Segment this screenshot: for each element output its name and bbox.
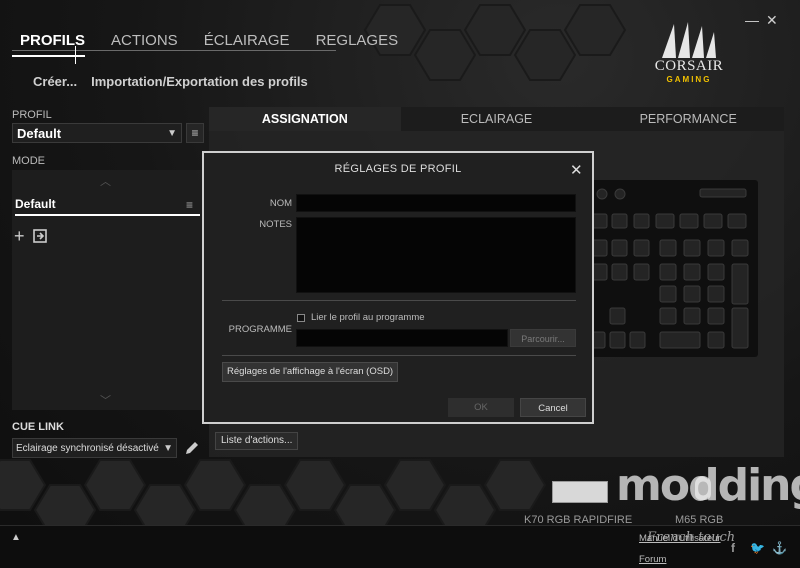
corsair-sails-icon (662, 22, 716, 58)
create-profile-link[interactable]: Créer... (33, 74, 77, 89)
cue-link-label: CUE LINK (12, 421, 64, 433)
nav-divider (75, 46, 76, 64)
profile-select[interactable]: Default ▼ (12, 123, 182, 143)
chevron-down-icon: ▼ (167, 127, 177, 139)
program-label: PROGRAMME (228, 324, 292, 335)
dialog-title: RÉGLAGES DE PROFIL (334, 163, 462, 175)
notes-textarea[interactable] (296, 217, 576, 293)
close-icon[interactable]: ✕ (570, 161, 583, 179)
main-tabs: ASSIGNATION ECLAIRAGE PERFORMANCE (209, 107, 785, 131)
tab-actions[interactable]: ACTIONS (103, 31, 178, 57)
osd-settings-button[interactable]: Réglages de l'affichage à l'écran (OSD) (222, 362, 399, 382)
nav-underline (12, 50, 336, 51)
cue-app-window: — ✕ PROFILS ACTIONS ÉCLAIRAGE REGLAGES C… (0, 0, 800, 568)
link-program-checkbox[interactable]: Lier le profil au programme (297, 312, 425, 323)
corsair-logo: CORSAIR GAMING (644, 20, 734, 90)
divider (222, 300, 576, 301)
mode-label: MODE (12, 155, 45, 167)
expand-up-icon[interactable]: ▲ (11, 532, 21, 543)
mode-scroll-down-icon[interactable]: ﹀ (100, 392, 111, 408)
link-program-label: Lier le profil au programme (311, 312, 425, 323)
tab-eclairage-device[interactable]: ECLAIRAGE (400, 107, 593, 131)
tab-reglages[interactable]: REGLAGES (308, 31, 399, 57)
logo-sub: GAMING (666, 75, 712, 84)
link-mode-icon[interactable] (33, 229, 47, 243)
browse-button[interactable]: Parcourir... (510, 329, 576, 347)
keyboard-device-thumbnail[interactable] (552, 481, 608, 503)
keyboard-keys (590, 188, 749, 349)
checkbox-box[interactable] (297, 313, 305, 322)
chevron-down-icon: ▼ (163, 442, 173, 454)
program-input[interactable] (296, 329, 508, 347)
facebook-icon[interactable]: f (731, 541, 735, 555)
notes-label: NOTES (259, 219, 292, 230)
profile-label: PROFIL (12, 109, 52, 121)
mode-scroll-up-icon[interactable]: ︿ (100, 173, 111, 189)
twitter-icon[interactable]: 🐦 (750, 541, 765, 555)
watermark: modding.fr (616, 460, 800, 511)
profile-select-value: Default (17, 125, 62, 141)
cue-link-select-value: Eclairage synchronisé désactivé (16, 442, 159, 454)
mode-item-menu-icon[interactable]: ≡ (186, 198, 193, 212)
close-window-button[interactable]: ✕ (766, 12, 778, 29)
tab-performance[interactable]: PERFORMANCE (592, 107, 785, 131)
name-label: NOM (269, 198, 292, 209)
cancel-button[interactable]: Cancel (520, 398, 586, 417)
divider (222, 355, 576, 356)
name-input[interactable] (296, 194, 576, 212)
tab-eclairage[interactable]: ÉCLAIRAGE (196, 31, 290, 57)
profile-menu-button[interactable]: ≡ (186, 123, 204, 143)
profile-settings-dialog: RÉGLAGES DE PROFIL ✕ NOM NOTES Lier le p… (202, 151, 594, 424)
add-mode-icon[interactable]: + (14, 227, 25, 245)
pencil-icon[interactable] (184, 440, 200, 456)
top-nav: PROFILS ACTIONS ÉCLAIRAGE REGLAGES (12, 31, 398, 57)
tab-assignation[interactable]: ASSIGNATION (209, 107, 401, 131)
logo-brand: CORSAIR (654, 58, 724, 74)
cue-link-select[interactable]: Eclairage synchronisé désactivé ▼ (12, 438, 177, 458)
forum-link[interactable]: Forum (639, 554, 666, 565)
mode-item-default[interactable]: Default (15, 197, 200, 216)
actions-list-button[interactable]: Liste d'actions... (215, 432, 299, 450)
sub-nav: Créer... Importation/Exportation des pro… (33, 74, 308, 89)
import-export-link[interactable]: Importation/Exportation des profils (91, 74, 308, 89)
user-manual-link[interactable]: Manuel d'utilisateur (639, 533, 721, 544)
ok-button[interactable]: OK (448, 398, 514, 417)
minimize-button[interactable]: — (745, 12, 759, 28)
corsair-sails-small-icon[interactable]: ⚓ (772, 541, 787, 555)
